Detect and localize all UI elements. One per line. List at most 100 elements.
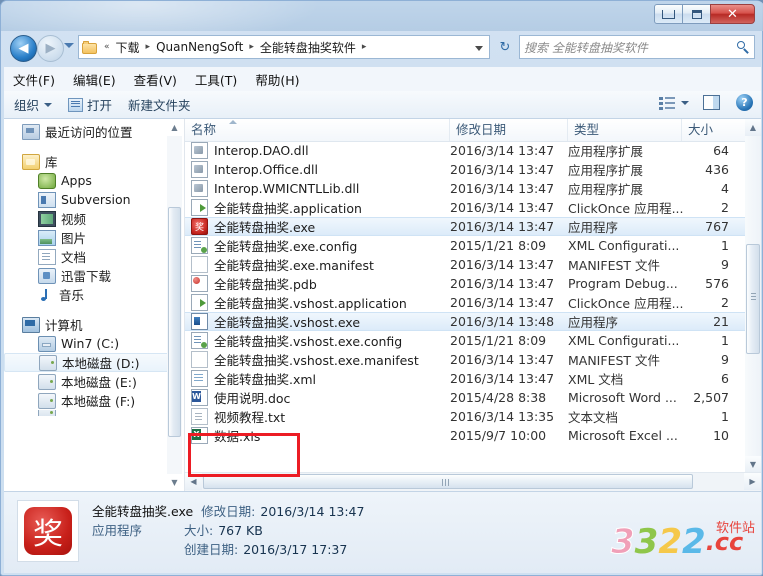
sidebar-item-pictures[interactable]: 图片 (4, 228, 184, 247)
file-name-cell[interactable]: 全能转盘抽奖.vshost.application (191, 293, 407, 312)
close-button[interactable]: ✕ (710, 4, 755, 24)
preview-pane-icon[interactable] (703, 95, 720, 110)
change-view-icon[interactable] (659, 96, 675, 110)
file-name-label: 使用说明.doc (214, 391, 291, 406)
file-name-cell[interactable]: 全能转盘抽奖.vshost.exe.config (191, 331, 402, 350)
file-name-cell[interactable]: 全能转盘抽奖.application (191, 198, 362, 217)
sidebar-item-recent[interactable]: 最近访问的位置 (4, 122, 184, 141)
sidebar-item-apps[interactable]: Apps (4, 171, 184, 190)
breadcrumb-separator[interactable]: ▸ (358, 42, 371, 52)
table-row[interactable]: 视频教程.txt 2016/3/14 13:35 文本文档 1 (185, 407, 745, 426)
column-header-type[interactable]: 类型 (568, 119, 682, 141)
scrollbar-thumb[interactable] (746, 244, 760, 354)
help-icon[interactable]: ? (736, 94, 753, 111)
file-name-cell[interactable]: Interop.WMICNTLLib.dll (191, 180, 359, 197)
scroll-left-arrow-icon[interactable]: ◀ (185, 473, 202, 490)
sidebar-item-thunder-download[interactable]: 迅雷下载 (4, 266, 184, 285)
sidebar-item-computer[interactable]: 计算机 (4, 315, 184, 334)
breadcrumb-dropdown-icon[interactable] (475, 46, 483, 51)
scrollbar-thumb[interactable] (168, 207, 181, 437)
sidebar-item-music[interactable]: 音乐 (4, 285, 184, 304)
file-list-scrollbar[interactable]: ▲ ▼ (745, 119, 761, 473)
file-name-cell[interactable]: 全能转盘抽奖.vshost.exe (191, 312, 360, 331)
file-name-cell[interactable]: 全能转盘抽奖.exe (191, 217, 315, 236)
refresh-button[interactable]: ↻ (495, 37, 515, 57)
navigation-pane-scrollbar[interactable]: ▲ ▼ (167, 119, 182, 491)
menu-tools[interactable]: 工具(T) (195, 70, 237, 89)
open-button[interactable]: 打开 (68, 95, 112, 114)
table-row[interactable]: Interop.DAO.dll 2016/3/14 13:47 应用程序扩展 6… (185, 141, 745, 160)
table-row[interactable]: 全能转盘抽奖.vshost.exe.config 2015/1/21 8:09 … (185, 331, 745, 350)
sidebar-item-win7-c[interactable]: Win7 (C:) (4, 334, 184, 353)
sidebar-item-subversion[interactable]: Subversion (4, 190, 184, 209)
recent-locations-dropdown[interactable] (64, 43, 74, 48)
file-name-cell[interactable]: 视频教程.txt (191, 407, 285, 426)
back-button[interactable]: ◀ (10, 35, 37, 62)
file-list-horizontal-scrollbar[interactable]: ◀ ▶ (185, 472, 761, 491)
sidebar-item-documents[interactable]: 文档 (4, 247, 184, 266)
file-name-cell[interactable]: 全能转盘抽奖.xml (191, 369, 316, 388)
table-row[interactable]: Interop.WMICNTLLib.dll 2016/3/14 13:47 应… (185, 179, 745, 198)
scroll-right-arrow-icon[interactable]: ▶ (744, 473, 761, 490)
breadcrumb-overflow-icon[interactable]: « (100, 42, 114, 52)
minimize-button[interactable] (654, 4, 683, 24)
file-date-cell: 2016/3/14 13:47 (450, 143, 555, 158)
sidebar-item-local-disk-f[interactable]: 本地磁盘 (F:) (4, 391, 184, 410)
search-box[interactable]: 搜索 全能转盘抽奖软件 (519, 35, 755, 59)
table-row[interactable]: 使用说明.doc 2015/4/28 8:38 Microsoft Word .… (185, 388, 745, 407)
file-rows: Interop.DAO.dll 2016/3/14 13:47 应用程序扩展 6… (185, 141, 745, 477)
scroll-up-arrow-icon[interactable]: ▲ (167, 119, 182, 136)
sidebar-item-videos[interactable]: 视频 (4, 209, 184, 228)
breadcrumb-separator[interactable]: ▸ (245, 42, 258, 52)
breadcrumb-separator[interactable]: ▸ (142, 42, 155, 52)
file-name-cell[interactable]: 全能转盘抽奖.exe.config (191, 236, 357, 255)
table-row[interactable]: 全能转盘抽奖.exe.config 2015/1/21 8:09 XML Con… (185, 236, 745, 255)
column-header-date[interactable]: 修改日期 (450, 119, 568, 141)
horizontal-scrollbar-thumb[interactable] (203, 474, 693, 489)
breadcrumb-item-2[interactable]: 全能转盘抽奖软件 (258, 37, 358, 58)
file-name-cell[interactable]: Interop.Office.dll (191, 161, 318, 178)
file-name-cell[interactable]: 全能转盘抽奖.exe.manifest (191, 255, 374, 274)
file-name-cell[interactable]: 数据.xls (191, 426, 260, 445)
scroll-up-arrow-icon[interactable]: ▲ (745, 119, 761, 136)
table-row[interactable]: 全能转盘抽奖.exe.manifest 2016/3/14 13:47 MANI… (185, 255, 745, 274)
scroll-down-arrow-icon[interactable]: ▼ (745, 456, 761, 473)
file-name-cell[interactable]: 全能转盘抽奖.pdb (191, 274, 317, 293)
table-row[interactable]: 全能转盘抽奖.application 2016/3/14 13:47 Click… (185, 198, 745, 217)
maximize-button[interactable] (682, 4, 711, 24)
table-row[interactable]: 全能转盘抽奖.vshost.application 2016/3/14 13:4… (185, 293, 745, 312)
breadcrumb-item-1[interactable]: QuanNengSoft (154, 38, 245, 56)
menu-file[interactable]: 文件(F) (13, 70, 55, 89)
forward-button[interactable]: ▶ (37, 35, 64, 62)
column-header-size[interactable]: 大小 (682, 119, 745, 141)
menu-edit[interactable]: 编辑(E) (73, 70, 116, 89)
file-list[interactable]: 名称 修改日期 类型 大小 Interop.DAO.dll 2016/3/14 … (185, 119, 761, 491)
breadcrumb-item-0[interactable]: 下载 (114, 37, 142, 58)
file-name-cell[interactable]: 全能转盘抽奖.vshost.exe.manifest (191, 350, 419, 369)
pictures-icon (38, 229, 56, 246)
organize-button[interactable]: 组织 (14, 95, 53, 114)
table-row[interactable]: 全能转盘抽奖.vshost.exe.manifest 2016/3/14 13:… (185, 350, 745, 369)
table-row[interactable]: 全能转盘抽奖.xml 2016/3/14 13:47 XML 文档 6 (185, 369, 745, 388)
search-input[interactable]: 搜索 全能转盘抽奖软件 (524, 39, 737, 56)
table-row[interactable]: Interop.Office.dll 2016/3/14 13:47 应用程序扩… (185, 160, 745, 179)
view-chevron-down-icon[interactable] (681, 100, 689, 105)
navigation-pane[interactable]: 最近访问的位置 库 Apps Subversion 视频 图片 文档 迅雷下载 … (4, 119, 185, 491)
computer-icon (22, 316, 40, 333)
menu-help[interactable]: 帮助(H) (255, 70, 299, 89)
sidebar-item-local-disk-e[interactable]: 本地磁盘 (E:) (4, 372, 184, 391)
table-row[interactable]: 全能转盘抽奖.exe 2016/3/14 13:47 应用程序 767 (185, 217, 745, 236)
menu-view[interactable]: 查看(V) (134, 70, 177, 89)
column-header-name[interactable]: 名称 (185, 119, 450, 141)
table-row[interactable]: 全能转盘抽奖.vshost.exe 2016/3/14 13:48 应用程序 2… (185, 312, 745, 331)
table-row[interactable]: 数据.xls 2015/9/7 10:00 Microsoft Excel ..… (185, 426, 745, 445)
sidebar-item-libraries[interactable]: 库 (4, 152, 184, 171)
table-row[interactable]: 全能转盘抽奖.pdb 2016/3/14 13:47 Program Debug… (185, 274, 745, 293)
sidebar-item-partial[interactable] (4, 410, 184, 416)
file-name-cell[interactable]: Interop.DAO.dll (191, 142, 309, 159)
file-name-cell[interactable]: 使用说明.doc (191, 388, 290, 407)
sidebar-item-local-disk-d[interactable]: 本地磁盘 (D:) (4, 353, 178, 372)
scroll-down-arrow-icon[interactable]: ▼ (167, 474, 182, 491)
new-folder-button[interactable]: 新建文件夹 (128, 95, 191, 114)
breadcrumb[interactable]: « 下载 ▸ QuanNengSoft ▸ 全能转盘抽奖软件 ▸ (78, 35, 490, 59)
